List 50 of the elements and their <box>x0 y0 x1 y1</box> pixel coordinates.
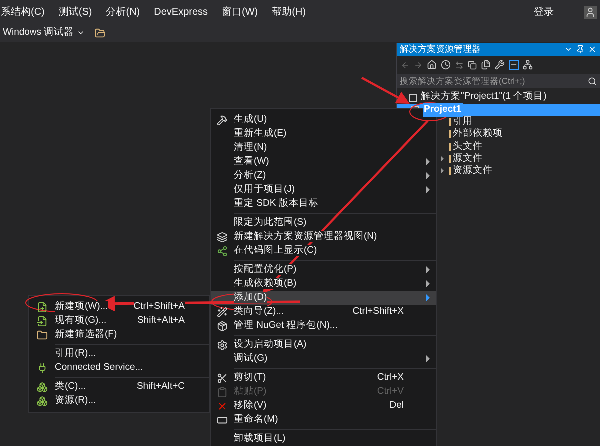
graph-icon <box>217 246 228 256</box>
dropdown-icon[interactable] <box>564 45 573 54</box>
menu-bar-item[interactable]: 系结构(C) <box>1 4 45 20</box>
tree-item[interactable]: 引用 <box>453 115 473 130</box>
tree-item[interactable]: 头文件 <box>453 140 483 154</box>
back-icon[interactable] <box>401 60 410 70</box>
menu-bar-item[interactable]: 帮助(H) <box>272 4 306 20</box>
tree-item[interactable]: 外部依赖项 <box>453 127 503 142</box>
class-icon <box>36 382 48 392</box>
wrench-icon[interactable] <box>495 60 505 70</box>
hammer-icon <box>217 114 228 126</box>
existing-file-icon <box>36 316 48 326</box>
close-icon[interactable] <box>588 45 597 54</box>
chevron-down-icon <box>77 29 86 37</box>
scissors-icon <box>217 372 228 384</box>
forward-icon[interactable] <box>414 60 423 70</box>
layers-icon <box>217 232 228 242</box>
copy-icon[interactable] <box>468 60 477 70</box>
network-icon[interactable] <box>523 60 533 70</box>
remove-icon <box>217 400 228 412</box>
pin-icon[interactable] <box>576 45 585 54</box>
user-icon[interactable] <box>584 6 597 18</box>
solution-icon <box>409 94 417 102</box>
clock-icon[interactable] <box>441 60 451 70</box>
menu-item[interactable]: 添加(D) <box>211 291 436 305</box>
sign-in-link[interactable]: 登录 <box>534 4 554 20</box>
menu-bar-item[interactable]: 分析(N) <box>106 4 140 20</box>
submenu-arrow-icon <box>426 355 430 363</box>
package-icon <box>217 320 228 332</box>
sync-icon[interactable] <box>455 60 464 70</box>
tree-item[interactable]: 源文件 <box>453 152 483 166</box>
wand-icon <box>217 306 228 318</box>
rename-icon <box>217 414 228 426</box>
class-icon <box>36 396 48 406</box>
collapse-icon[interactable] <box>509 60 519 70</box>
menu-bar-item[interactable]: 测试(S) <box>58 4 92 20</box>
gear-icon <box>217 340 228 350</box>
plug-icon <box>36 362 48 374</box>
search-field[interactable]: 搜索解决方案资源管理器(Ctrl+;) <box>397 74 600 88</box>
debugger-dropdown[interactable]: Windows 调试器 <box>0 26 86 40</box>
home-icon[interactable] <box>427 60 437 70</box>
tree-item[interactable]: 解决方案"Project1"(1 个项目) <box>421 90 547 105</box>
clipboard-icon <box>217 386 228 398</box>
panel-title: 解决方案资源管理器 <box>400 42 482 56</box>
search-icon[interactable] <box>588 76 597 86</box>
menu-bar-item[interactable]: DevExpress <box>154 4 208 20</box>
files-icon[interactable] <box>481 60 491 70</box>
tree-item[interactable]: 资源文件 <box>453 164 493 178</box>
new-file-icon <box>36 302 48 312</box>
menu-bar-item[interactable]: 窗口(W) <box>222 4 258 20</box>
